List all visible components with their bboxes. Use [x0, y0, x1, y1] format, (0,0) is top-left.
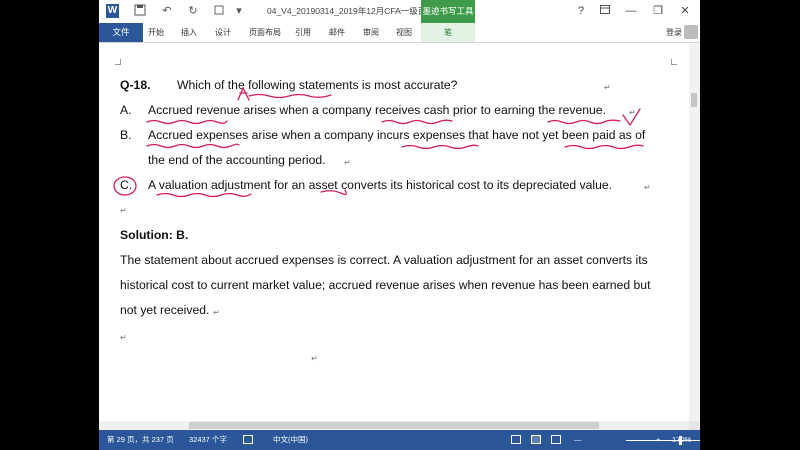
maximize-button[interactable]: ❐	[647, 2, 669, 20]
margin-corner-mark	[115, 59, 121, 65]
ink-underline	[156, 192, 252, 198]
print-layout-icon[interactable]	[531, 435, 541, 444]
option-label: A.	[120, 103, 132, 117]
solution-line: historical cost to current market value;…	[120, 278, 651, 292]
solution-line: not yet received.	[120, 303, 210, 317]
paragraph-mark: ↵	[120, 206, 127, 215]
question-number: Q-18.	[120, 78, 151, 92]
tab-home[interactable]: 开始	[148, 23, 164, 42]
tab-references[interactable]: 引用	[295, 23, 311, 42]
ink-underline	[381, 119, 453, 125]
tab-review[interactable]: 审阅	[363, 23, 379, 42]
language-indicator[interactable]: 中文(中国)	[273, 430, 308, 450]
paragraph-mark: ↵	[311, 354, 318, 363]
avatar[interactable]	[684, 25, 698, 39]
page-count[interactable]: 第 29 页，共 237 页	[107, 430, 174, 450]
vertical-scroll-thumb[interactable]	[691, 93, 697, 107]
title-bar: W ↶ ↻ ▾ 04_V4_20190314_2019年12月CFA一级百题..…	[99, 0, 700, 23]
ink-underline	[248, 93, 332, 99]
save-icon[interactable]	[133, 4, 147, 18]
option-text: Accrued expenses arise when a company in…	[148, 128, 646, 142]
document-title: 04_V4_20190314_2019年12月CFA一级百题...	[267, 6, 442, 16]
paragraph-mark: ↵	[644, 183, 651, 192]
zoom-in-button[interactable]: +	[656, 430, 660, 450]
horizontal-scrollbar[interactable]	[99, 421, 689, 430]
ink-underline	[146, 119, 228, 125]
word-count[interactable]: 32437 个字	[189, 430, 227, 450]
minimize-button[interactable]: —	[620, 2, 642, 20]
option-label: B.	[120, 128, 132, 142]
solution-title-text: Solution: B.	[120, 228, 189, 242]
ink-underline	[146, 143, 240, 149]
ribbon-tabs: 文件 开始 插入 设计 页面布局 引用 邮件 审阅 视图 笔 登录	[99, 23, 700, 43]
tab-design[interactable]: 设计	[215, 23, 231, 42]
vertical-scrollbar[interactable]	[689, 43, 700, 421]
tab-page-layout[interactable]: 页面布局	[249, 23, 281, 42]
option-a: A. Accrued revenue arises when a company…	[120, 103, 606, 117]
option-b: B. Accrued expenses arise when a company…	[120, 128, 645, 142]
proofing-icon[interactable]	[243, 435, 253, 444]
word-app-icon: W	[106, 4, 119, 18]
solution-title: Solution: B.	[120, 228, 188, 242]
help-button[interactable]: ?	[570, 2, 592, 20]
ink-underline	[564, 144, 644, 150]
read-mode-icon[interactable]	[511, 435, 521, 444]
tab-insert[interactable]: 插入	[181, 23, 197, 42]
redo-icon[interactable]: ↻	[186, 4, 200, 18]
undo-icon[interactable]: ↶	[160, 4, 174, 18]
web-layout-icon[interactable]	[551, 435, 561, 444]
paragraph-mark: ↵	[120, 333, 127, 342]
ink-underline	[547, 119, 621, 125]
word-window: W ↶ ↻ ▾ 04_V4_20190314_2019年12月CFA一级百题..…	[99, 0, 700, 450]
tab-mailings[interactable]: 邮件	[329, 23, 345, 42]
zoom-level[interactable]: 170%	[672, 430, 691, 450]
solution-line: The statement about accrued expenses is …	[120, 253, 648, 267]
margin-corner-mark	[671, 59, 677, 65]
paragraph-mark: ↵	[629, 108, 636, 117]
zoom-out-button[interactable]: —	[574, 430, 582, 450]
ribbon-display-options-button[interactable]	[594, 2, 616, 20]
question-line: Q-18. Which of the following statements …	[120, 78, 457, 92]
option-c: C. A valuation adjustment for an asset c…	[120, 178, 612, 192]
document-area: Q-18. Which of the following statements …	[99, 43, 689, 421]
option-label: C.	[120, 178, 133, 192]
ink-tools-contextual-tab: 墨迹书写工具	[421, 0, 475, 23]
horizontal-scroll-thumb[interactable]	[189, 422, 599, 429]
paragraph-mark: ↵	[213, 308, 220, 317]
document-page[interactable]: Q-18. Which of the following statements …	[99, 43, 689, 421]
close-button[interactable]: ✕	[674, 2, 696, 20]
quick-access-more-icon[interactable]	[212, 4, 226, 18]
question-text: Which of the following statements is mos…	[177, 78, 458, 92]
option-text: Accrued revenue arises when a company re…	[148, 103, 606, 117]
option-text: A valuation adjustment for an asset conv…	[148, 178, 613, 192]
option-b-continued: the end of the accounting period.	[148, 153, 326, 167]
ink-underline	[401, 144, 479, 150]
tab-view[interactable]: 视图	[396, 23, 412, 42]
tab-file[interactable]: 文件	[99, 23, 143, 42]
sign-in-link[interactable]: 登录	[666, 23, 682, 42]
status-bar: 第 29 页，共 237 页 32437 个字 中文(中国) — + 170%	[99, 430, 700, 450]
tab-pen[interactable]: 笔	[421, 23, 475, 42]
paragraph-mark: ↵	[344, 158, 351, 167]
customize-quick-access-icon[interactable]: ▾	[232, 4, 246, 18]
paragraph-mark: ↵	[604, 83, 611, 92]
